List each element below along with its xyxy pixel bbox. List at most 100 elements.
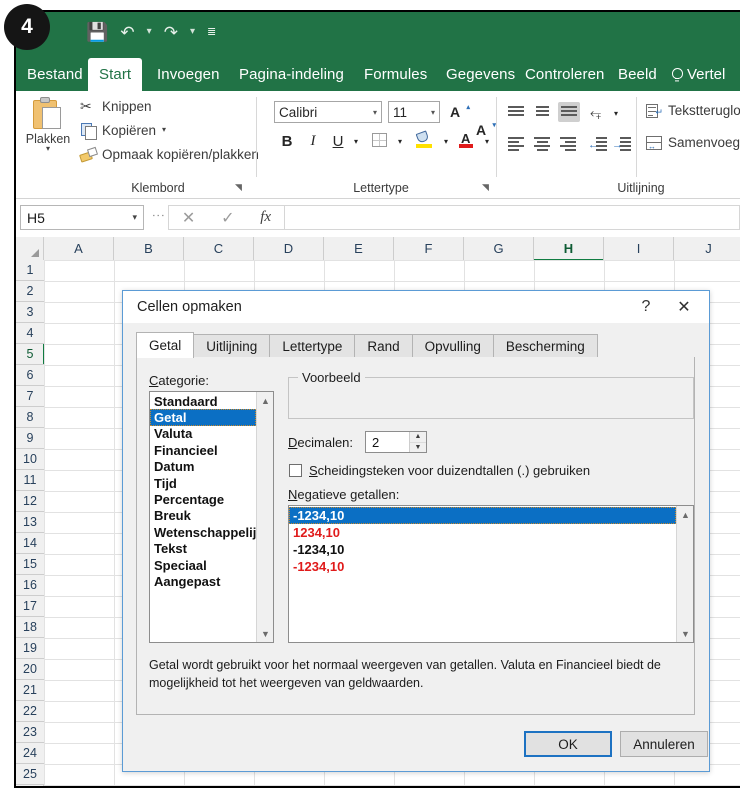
row-header-24[interactable]: 24 [16, 743, 44, 764]
ok-button[interactable]: OK [524, 731, 612, 757]
customize-quick-access-icon[interactable]: ≣ [203, 24, 220, 41]
category-item[interactable]: Tijd [150, 475, 256, 491]
font-color-dropdown-icon[interactable]: ▾ [481, 135, 493, 147]
row-header-22[interactable]: 22 [16, 701, 44, 722]
column-header-i[interactable]: I [604, 237, 674, 260]
category-listbox[interactable]: Standaard Getal Valuta Financieel Datum Tijd P… [149, 391, 274, 643]
dialog-tab-getal[interactable]: Getal [136, 332, 195, 358]
row-header-25[interactable]: 25 [16, 764, 44, 785]
tab-pagina-indeling[interactable]: Pagina-indeling [228, 58, 355, 91]
dialog-tab-bescherming[interactable]: Bescherming [492, 334, 598, 358]
save-icon[interactable]: 💾 [82, 20, 112, 44]
increase-indent-icon[interactable]: → [612, 137, 631, 151]
font-color-icon[interactable]: A [459, 131, 474, 148]
thousands-separator-checkbox[interactable] [289, 464, 302, 477]
tab-bestand[interactable]: Bestand [16, 58, 94, 91]
thousands-separator-row[interactable]: Scheidingsteken voor duizendtallen (.) g… [289, 463, 590, 478]
row-header-15[interactable]: 15 [16, 554, 44, 575]
tab-invoegen[interactable]: Invoegen [146, 58, 231, 91]
orientation-icon[interactable]: ⥆ [590, 104, 601, 121]
chevron-down-icon[interactable]: ▾ [373, 108, 377, 117]
negative-number-item[interactable]: -1234,10 [289, 558, 676, 575]
cancel-formula-icon[interactable]: ✕ [182, 208, 195, 228]
borders-dropdown-icon[interactable]: ▾ [394, 135, 406, 147]
tell-me-box[interactable]: Vertel [671, 58, 725, 91]
negative-number-item[interactable]: -1234,10 [289, 507, 676, 524]
dialog-tab-lettertype[interactable]: Lettertype [269, 334, 356, 358]
category-item[interactable]: Getal [150, 409, 256, 426]
negative-numbers-listbox[interactable]: -1234,10 1234,10 -1234,10 -1234,10 ▲ ▼ [288, 505, 694, 643]
stepper-up-icon[interactable]: ▲ [410, 432, 426, 443]
column-header-g[interactable]: G [464, 237, 534, 260]
row-header-14[interactable]: 14 [16, 533, 44, 554]
fill-color-icon[interactable] [415, 130, 433, 148]
scroll-down-icon[interactable]: ▼ [257, 625, 273, 642]
row-header-3[interactable]: 3 [16, 302, 44, 323]
redo-dropdown-icon[interactable]: ▾ [186, 24, 199, 40]
category-item[interactable]: Breuk [150, 508, 256, 524]
row-header-6[interactable]: 6 [16, 365, 44, 386]
row-header-9[interactable]: 9 [16, 428, 44, 449]
column-header-j[interactable]: J [674, 237, 740, 260]
name-box[interactable]: H5 ▾ [20, 205, 144, 230]
tab-formules[interactable]: Formules [353, 58, 438, 91]
row-header-20[interactable]: 20 [16, 659, 44, 680]
category-item[interactable]: Tekst [150, 541, 256, 557]
row-header-18[interactable]: 18 [16, 617, 44, 638]
wrap-text-button[interactable]: ↵ Tekstterugloop [646, 103, 740, 118]
row-header-17[interactable]: 17 [16, 596, 44, 617]
category-item[interactable]: Percentage [150, 491, 256, 507]
row-header-4[interactable]: 4 [16, 323, 44, 344]
dialog-tab-uitlijning[interactable]: Uitlijning [193, 334, 271, 358]
font-dialog-launcher-icon[interactable]: ◥ [482, 182, 489, 193]
underline-dropdown-icon[interactable]: ▾ [350, 135, 362, 147]
row-header-2[interactable]: 2 [16, 281, 44, 302]
clipboard-dialog-launcher-icon[interactable]: ◥ [235, 182, 242, 193]
row-header-16[interactable]: 16 [16, 575, 44, 596]
tab-beeld[interactable]: Beeld [607, 58, 668, 91]
formula-bar-handle[interactable]: ⋮ [151, 209, 166, 222]
row-header-7[interactable]: 7 [16, 386, 44, 407]
cut-button[interactable]: ✂ Knippen [80, 99, 152, 114]
dialog-tab-opvulling[interactable]: Opvulling [411, 334, 494, 358]
underline-button[interactable]: U [329, 131, 347, 151]
column-header-b[interactable]: B [114, 237, 184, 260]
borders-icon[interactable] [372, 133, 387, 147]
font-name-combobox[interactable]: Calibri ▾ [274, 101, 382, 123]
category-item[interactable]: Valuta [150, 426, 256, 442]
column-header-f[interactable]: F [394, 237, 464, 260]
scroll-up-icon[interactable]: ▲ [677, 506, 693, 523]
row-header-12[interactable]: 12 [16, 491, 44, 512]
row-header-23[interactable]: 23 [16, 722, 44, 743]
negative-number-item[interactable]: 1234,10 [289, 524, 676, 541]
row-header-5[interactable]: 5 [16, 344, 45, 365]
formula-input[interactable] [284, 205, 740, 230]
align-middle-icon[interactable] [534, 105, 552, 119]
decimals-stepper-buttons[interactable]: ▲ ▼ [409, 432, 426, 452]
row-header-8[interactable]: 8 [16, 407, 44, 428]
chevron-down-icon[interactable]: ▾ [132, 212, 137, 223]
format-painter-button[interactable]: Opmaak kopiëren/plakken [80, 147, 259, 162]
copy-dropdown-icon[interactable]: ▾ [162, 126, 166, 134]
row-header-11[interactable]: 11 [16, 470, 44, 491]
undo-dropdown-icon[interactable]: ▾ [143, 24, 156, 40]
column-header-h[interactable]: H [534, 237, 604, 261]
scroll-down-icon[interactable]: ▼ [677, 625, 693, 642]
negative-number-item[interactable]: -1234,10 [289, 541, 676, 558]
close-icon[interactable]: ✕ [671, 297, 697, 317]
italic-button[interactable]: I [304, 131, 322, 151]
column-header-e[interactable]: E [324, 237, 394, 260]
category-scrollbar[interactable]: ▲ ▼ [256, 392, 273, 642]
category-item[interactable]: Financieel [150, 442, 256, 458]
dialog-tab-rand[interactable]: Rand [354, 334, 413, 358]
category-item[interactable]: Speciaal [150, 557, 256, 573]
row-header-13[interactable]: 13 [16, 512, 44, 533]
column-header-a[interactable]: A [44, 237, 114, 260]
align-left-icon[interactable] [508, 137, 526, 151]
row-header-1[interactable]: 1 [16, 260, 44, 281]
row-header-19[interactable]: 19 [16, 638, 44, 659]
merge-cells-button[interactable]: ↔ Samenvoegen en [646, 135, 740, 151]
orientation-dropdown-icon[interactable]: ▾ [610, 107, 622, 119]
font-size-combobox[interactable]: 11 ▾ [388, 101, 440, 123]
stepper-down-icon[interactable]: ▼ [410, 443, 426, 453]
